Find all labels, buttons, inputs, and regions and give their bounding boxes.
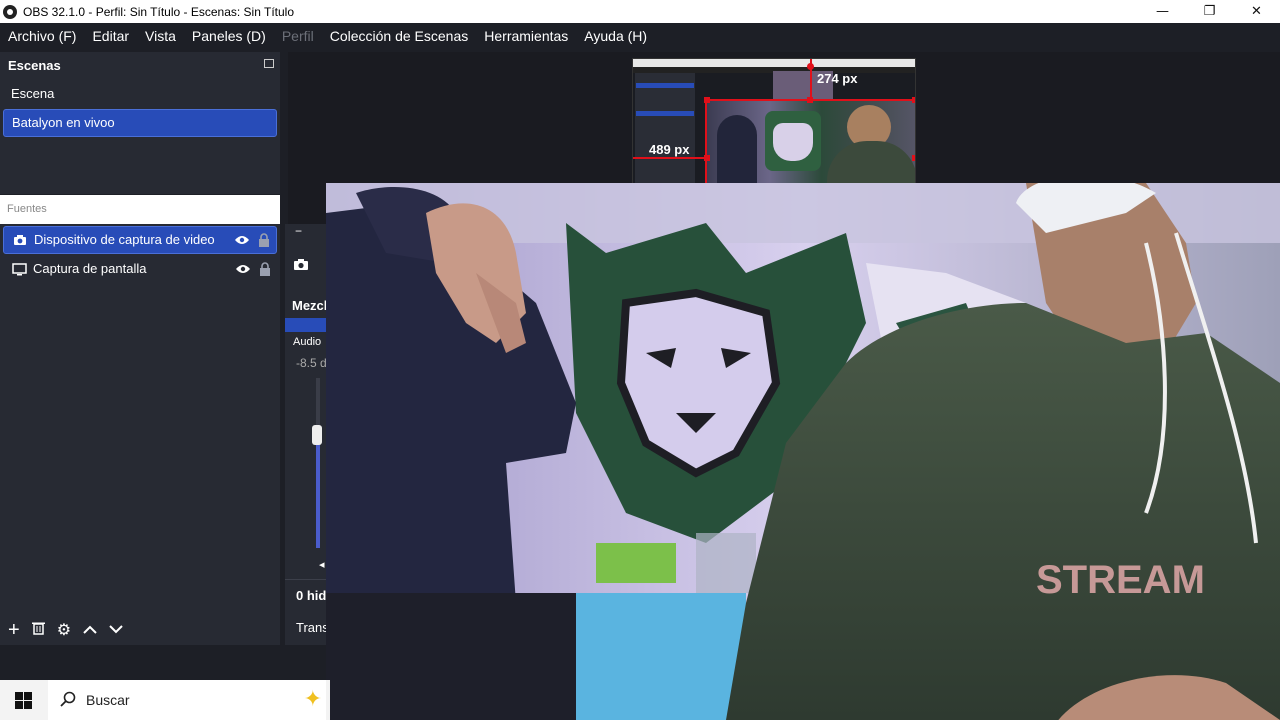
volume-slider-handle[interactable] (312, 425, 322, 445)
scenes-dock: Escenas Escena Batalyon en vivoo (0, 52, 280, 194)
add-source-icon[interactable]: + (8, 619, 20, 642)
minimize-button[interactable]: — (1139, 0, 1186, 23)
transitions-label: Trans (296, 620, 329, 635)
menu-archivo[interactable]: Archivo (F) (0, 28, 84, 44)
monitor-icon (11, 261, 27, 277)
source-item-video-capture[interactable]: Dispositivo de captura de video (3, 226, 277, 254)
mixer-dock: − Mezcl Audio -8.5 d ◂ 0 hid Trans (285, 224, 330, 645)
windows-start-icon[interactable] (0, 680, 46, 720)
menu-paneles[interactable]: Paneles (D) (184, 28, 274, 44)
mixer-level-label: -8.5 d (296, 356, 327, 370)
visibility-eye-icon[interactable] (234, 235, 250, 245)
sources-title: Fuentes (0, 195, 280, 224)
sources-toolbar: + ⚙ (0, 615, 280, 645)
source-properties-gear-icon[interactable]: ⚙ (57, 620, 71, 640)
move-down-chevron-icon[interactable] (109, 621, 123, 639)
webcam-video-feed: STREAM (326, 183, 1280, 720)
mixer-title: Mezcl (292, 298, 328, 313)
taskbar-search-box[interactable]: Buscar ✦ (48, 680, 326, 720)
camera-icon (12, 232, 28, 248)
menu-editar[interactable]: Editar (84, 28, 137, 44)
menu-coleccion-escenas[interactable]: Colección de Escenas (322, 28, 477, 44)
search-icon (60, 691, 76, 710)
menu-perfil[interactable]: Perfil (274, 28, 322, 44)
sparkle-icon: ✦ (303, 686, 322, 711)
camera-icon (293, 258, 309, 276)
window-controls: — ❐ ✕ (1139, 0, 1280, 23)
menu-bar: Archivo (F) Editar Vista Paneles (D) Per… (0, 23, 1280, 49)
guide-width-label: 274 px (817, 71, 858, 86)
hidden-sources-label: 0 hid (296, 588, 327, 603)
scene-item-batalyon[interactable]: Batalyon en vivoo (3, 109, 277, 137)
scenes-title: Escenas (0, 52, 280, 79)
visibility-eye-icon[interactable] (235, 264, 251, 274)
selection-box[interactable] (705, 99, 915, 183)
lock-icon[interactable] (258, 233, 270, 247)
hoodie-print-text: STREAM (1036, 558, 1205, 602)
mixer-collapse-icon[interactable]: − (295, 224, 302, 238)
guide-height-label: 489 px (649, 142, 690, 157)
obs-logo-icon (3, 4, 17, 19)
close-button[interactable]: ✕ (1233, 0, 1280, 23)
lock-icon[interactable] (259, 262, 271, 276)
menu-vista[interactable]: Vista (137, 28, 184, 44)
scene-item-escena[interactable]: Escena (3, 80, 277, 108)
source-item-screen-capture[interactable]: Captura de pantalla (3, 255, 277, 283)
menu-ayuda[interactable]: Ayuda (H) (576, 28, 655, 44)
undock-icon[interactable] (264, 59, 274, 68)
move-up-chevron-icon[interactable] (83, 621, 97, 639)
sources-dock: Fuentes Dispositivo de captura de video … (0, 195, 280, 645)
menu-herramientas[interactable]: Herramientas (476, 28, 576, 44)
title-bar: OBS 32.1.0 - Perfil: Sin Título - Escena… (0, 0, 1280, 23)
search-placeholder: Buscar (86, 692, 130, 708)
mixer-track-name: Audio (293, 336, 322, 348)
mute-speaker-icon[interactable]: ◂ (319, 558, 325, 571)
preview-screen-capture[interactable]: 274 px 489 px (632, 58, 916, 184)
remove-source-icon[interactable] (31, 621, 45, 640)
restore-button[interactable]: ❐ (1186, 0, 1233, 23)
window-title: OBS 32.1.0 - Perfil: Sin Título - Escena… (23, 4, 295, 19)
volume-meter (316, 378, 320, 548)
windows-taskbar: Buscar ✦ (0, 680, 330, 720)
